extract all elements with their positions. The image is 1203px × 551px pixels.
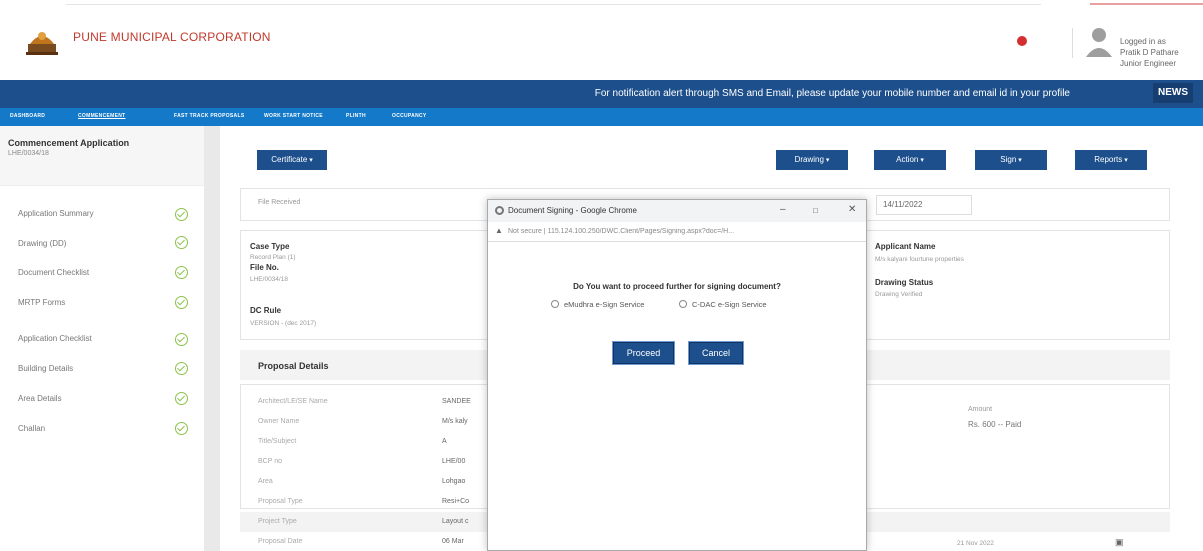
proposal-row-value: Resi+Co [442,498,470,505]
top-strip [0,0,1203,8]
warning-icon: ▲ [495,226,503,235]
top-accent [1090,3,1203,5]
dialog-titlebar: Document Signing - Google Chrome – □ ✕ [488,200,866,222]
sidebar-item-challan[interactable]: Challan [18,424,45,433]
nav-occupancy[interactable]: OCCUPANCY [392,113,427,119]
calendar-icon[interactable]: ▣ [1115,537,1124,548]
bottom-date: 21 Nov 2022 [957,540,994,547]
chrome-icon [495,206,504,215]
reports-dropdown[interactable]: Reports [1075,150,1147,170]
sidebar-item-area-details[interactable]: Area Details [18,394,62,403]
notification-alert-icon[interactable] [1017,36,1027,46]
dialog-address-bar: ▲ Not secure | 115.124.100.250/DWC.Clien… [488,222,866,242]
drawing-status-value: Drawing Verified [875,291,923,298]
action-dropdown[interactable]: Action [874,150,946,170]
proposal-title: Proposal Details [258,361,329,371]
proposal-row-value: SANDEE [442,398,471,405]
amount-value: Rs. 600 -- Paid [968,420,1022,429]
not-secure-label: Not secure [508,228,542,235]
case-type-label: Case Type [250,242,290,251]
sign-dropdown[interactable]: Sign [975,150,1047,170]
proposal-row-value: M/s kaly [442,418,468,425]
document-signing-dialog: Document Signing - Google Chrome – □ ✕ ▲… [487,199,867,551]
sidebar-gutter [204,126,220,551]
sidebar-file-no: LHE/0034/18 [8,150,49,157]
proposal-row-label: Proposal Type [258,498,303,505]
notification-text: For notification alert through SMS and E… [594,88,1070,99]
check-icon [175,333,188,346]
proposal-row-value: 06 Mar [442,538,464,545]
applicant-name-value: M/s kalyani fourtune properties [875,256,964,263]
cdac-label[interactable]: C-DAC e-Sign Service [692,300,767,309]
notification-bar: For notification alert through SMS and E… [0,80,1203,108]
drawing-dropdown[interactable]: Drawing [776,150,848,170]
drawing-status-label: Drawing Status [875,278,934,287]
proposal-row-label: Proposal Date [258,538,303,545]
logged-in-label: Logged in as [1120,37,1166,46]
proposal-row-value: Lohgao [442,478,466,485]
proposal-row-label: BCP no [258,458,282,465]
sidebar-item-mrtp-forms[interactable]: MRTP Forms [18,298,65,307]
proceed-button[interactable]: Proceed [613,342,674,364]
user-name: Pratik D Pathare [1120,48,1179,57]
proposal-row-label: Title/Subject [258,438,297,445]
top-divider [66,4,1041,5]
nav-work-start[interactable]: WORK START NOTICE [264,113,323,119]
user-role: Junior Engineer [1120,59,1177,68]
file-no-value: LHE/0034/18 [250,276,288,283]
user-avatar-icon[interactable] [1084,25,1114,59]
pmc-logo-icon [26,32,58,55]
proposal-row-label: Area [258,478,273,485]
minimize-icon[interactable]: – [780,204,786,215]
url-text: 115.124.100.250/DWC.Client/Pages/Signing… [547,228,735,235]
emudhra-label[interactable]: eMudhra e-Sign Service [564,300,644,309]
file-received-label: File Received [258,199,301,206]
cdac-radio[interactable] [679,300,687,308]
nav-dashboard[interactable]: DASHBOARD [10,113,45,119]
app-header: PUNE MUNICIPAL CORPORATION Logged in as … [0,8,1203,80]
proposal-row-label: Owner Name [258,418,300,425]
proposal-row-value: Layout c [442,518,469,525]
sidebar-item-document-checklist[interactable]: Document Checklist [18,268,89,277]
nav-plinth[interactable]: PLINTH [346,113,366,119]
check-icon [175,296,188,309]
proposal-row-label: Architect/LE/SE Name [258,398,328,405]
signing-question: Do You want to proceed further for signi… [573,282,781,291]
maximize-icon[interactable]: □ [813,206,818,215]
status-date: 14/11/2022 [876,195,972,215]
proposal-row-label: Project Type [258,518,297,525]
sidebar-item-application-summary[interactable]: Application Summary [18,209,94,218]
nav-fast-track[interactable]: FAST TRACK PROPOSALS [174,113,244,119]
check-icon [175,422,188,435]
proposal-row-value: A [442,438,447,445]
certificate-dropdown[interactable]: Certificate [257,150,327,170]
org-name: PUNE MUNICIPAL CORPORATION [73,30,271,44]
sidebar-item-building-details[interactable]: Building Details [18,364,73,373]
dc-rule-value: VERSION - (dec 2017) [250,320,317,327]
file-no-label: File No. [250,263,279,272]
check-icon [175,236,188,249]
applicant-name-label: Applicant Name [875,242,936,251]
user-info: Logged in as Pratik D Pathare Junior Eng… [1120,36,1179,69]
sidebar-item-drawing[interactable]: Drawing (DD) [18,239,66,248]
check-icon [175,392,188,405]
cancel-button[interactable]: Cancel [689,342,743,364]
amount-label: Amount [968,406,993,413]
sidebar-title: Commencement Application [8,138,130,148]
dc-rule-label: DC Rule [250,306,282,315]
proposal-row-value: LHE/00 [442,458,466,465]
check-icon [175,266,188,279]
emudhra-radio[interactable] [551,300,559,308]
case-type-value: Record Plan (1) [250,254,296,261]
close-icon[interactable]: ✕ [848,204,856,215]
check-icon [175,208,188,221]
dialog-url: Not secure | 115.124.100.250/DWC.Client/… [508,228,735,235]
sidebar-item-application-checklist[interactable]: Application Checklist [18,334,92,343]
nav-commencement[interactable]: COMMENCEMENT [78,113,126,119]
news-button[interactable]: NEWS [1153,83,1193,103]
check-icon [175,362,188,375]
main-nav: DASHBOARD COMMENCEMENT FAST TRACK PROPOS… [0,108,1203,126]
dialog-title: Document Signing - Google Chrome [508,206,637,215]
header-divider [1072,28,1073,58]
